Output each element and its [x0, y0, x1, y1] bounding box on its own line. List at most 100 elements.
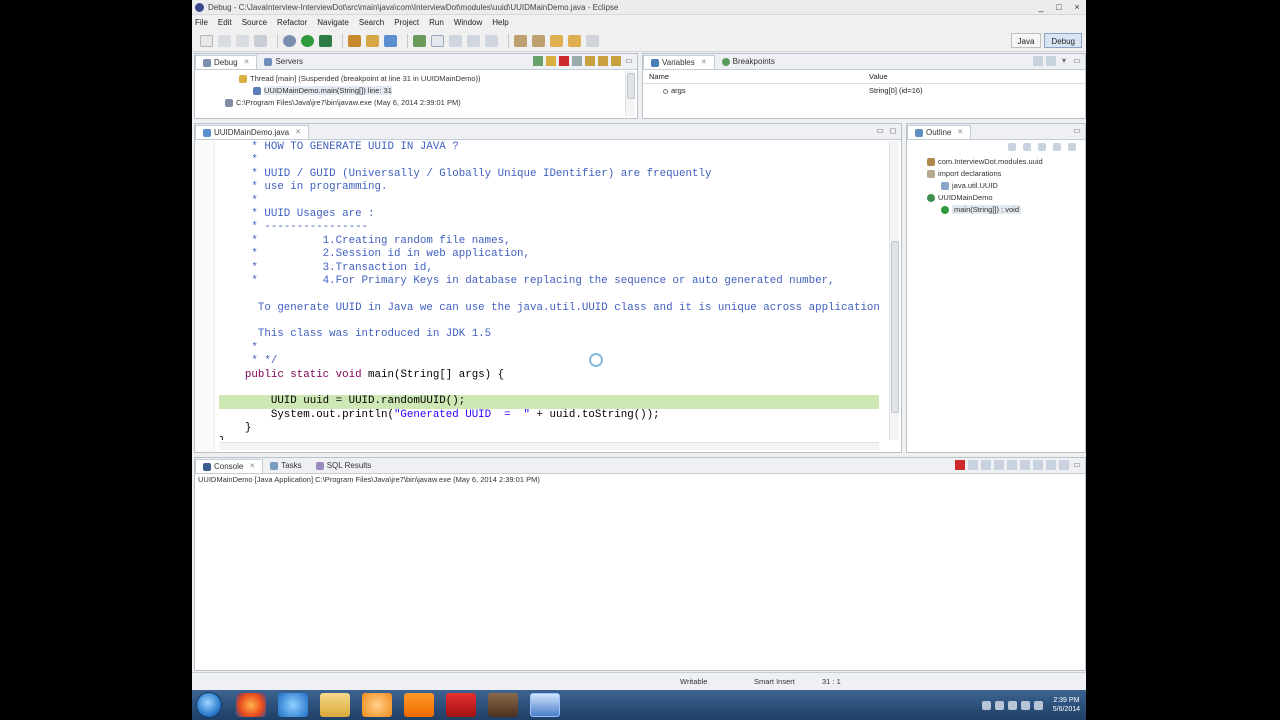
new-package-icon[interactable] [366, 34, 379, 47]
tab-sql-results[interactable]: SQL Results [309, 459, 379, 473]
step-return-icon[interactable] [611, 56, 621, 66]
vlc-icon[interactable] [404, 693, 434, 717]
editor-hscroll[interactable] [219, 442, 879, 450]
terminate-icon[interactable] [955, 460, 965, 470]
tree-row-frame[interactable]: UUIDMainDemo.main(String[]) line: 31 [239, 85, 637, 97]
run-icon[interactable] [301, 34, 314, 47]
tab-tasks[interactable]: Tasks [263, 459, 308, 473]
maximize-view-icon[interactable]: ◻ [888, 126, 898, 136]
show-type-names-icon[interactable] [1046, 56, 1056, 66]
variable-row[interactable]: args String[0] (id=16) [643, 84, 1085, 97]
clear-console-icon[interactable] [994, 460, 1004, 470]
tab-console[interactable]: Console ✕ [195, 459, 264, 474]
menu-edit[interactable]: Edit [218, 18, 232, 27]
column-name[interactable]: Name [643, 70, 863, 83]
next-annotation-icon[interactable] [514, 34, 527, 47]
tab-variables[interactable]: Variables ✕ [643, 55, 715, 69]
tree-row-thread[interactable]: Thread [main] (Suspended (breakpoint at … [239, 73, 637, 85]
tray-icon[interactable] [994, 700, 1004, 710]
step-into-icon[interactable] [585, 56, 595, 66]
code-line[interactable]: } [219, 436, 879, 440]
editor-ruler[interactable] [195, 141, 215, 452]
search-icon[interactable] [485, 34, 498, 47]
remove-all-terminated-icon[interactable] [981, 460, 991, 470]
save-all-icon[interactable] [236, 34, 249, 47]
close-icon[interactable]: ✕ [295, 126, 301, 140]
close-icon[interactable]: ✕ [957, 126, 963, 140]
close-icon[interactable]: ✕ [244, 56, 250, 70]
code-line[interactable]: * [219, 154, 879, 167]
display-console-icon[interactable] [1046, 460, 1056, 470]
menu-source[interactable]: Source [242, 18, 267, 27]
code-line[interactable] [219, 288, 879, 301]
code-line[interactable]: * use in programming. [219, 181, 879, 194]
new-icon[interactable] [200, 34, 213, 47]
media-player-icon[interactable] [362, 693, 392, 717]
open-console-icon[interactable] [1059, 460, 1069, 470]
code-line[interactable]: public static void main(String[] args) { [219, 369, 879, 382]
minimize-view-icon[interactable]: ▭ [1072, 126, 1082, 136]
code-line[interactable]: * UUID Usages are : [219, 208, 879, 221]
maximize-button[interactable]: □ [1050, 0, 1068, 15]
new-class-icon[interactable] [384, 34, 397, 47]
minimize-view-icon[interactable]: ▭ [624, 56, 634, 66]
code-line[interactable]: System.out.println("Generated UUID = " +… [219, 409, 879, 422]
code-line[interactable]: } [219, 422, 879, 435]
code-line[interactable] [219, 315, 879, 328]
back-icon[interactable] [568, 34, 581, 47]
debug-perspective-button[interactable]: Debug [1044, 33, 1082, 48]
tab-uuidmaindemo[interactable]: UUIDMainDemo.java ✕ [195, 125, 310, 140]
scroll-lock-icon[interactable] [1007, 460, 1017, 470]
disconnect-icon[interactable] [572, 56, 582, 66]
tray-icon[interactable] [1007, 700, 1017, 710]
collapse-all-icon[interactable] [1033, 56, 1043, 66]
menu-search[interactable]: Search [359, 18, 384, 27]
clock[interactable]: 2:39 PM 5/6/2014 [1053, 696, 1080, 714]
close-icon[interactable]: ✕ [701, 56, 707, 70]
code-line[interactable]: * ---------------- [219, 221, 879, 234]
sort-icon[interactable] [1008, 143, 1016, 151]
toggle-block-selection-icon[interactable] [449, 34, 462, 47]
minimize-button[interactable]: _ [1032, 0, 1050, 15]
close-icon[interactable]: ✕ [249, 460, 255, 474]
code-line[interactable]: * 4.For Primary Keys in database replaci… [219, 275, 879, 288]
link-with-editor-icon[interactable] [1068, 143, 1076, 151]
view-menu-icon[interactable]: ▾ [1059, 56, 1069, 66]
tray-icon[interactable] [981, 700, 991, 710]
menu-navigate[interactable]: Navigate [317, 18, 349, 27]
open-type-icon[interactable] [413, 34, 426, 47]
menu-run[interactable]: Run [429, 18, 444, 27]
filezilla-icon[interactable] [446, 693, 476, 717]
code-line[interactable]: * [219, 195, 879, 208]
save-icon[interactable] [218, 34, 231, 47]
remove-launch-icon[interactable] [968, 460, 978, 470]
new-java-project-icon[interactable] [348, 34, 361, 47]
outline-item[interactable]: java.util.UUID [927, 180, 1085, 192]
resume-icon[interactable] [533, 56, 543, 66]
show-whitespace-icon[interactable] [467, 34, 480, 47]
code-line[interactable] [219, 382, 879, 395]
hide-static-icon[interactable] [1038, 143, 1046, 151]
code-line[interactable]: * UUID / GUID (Universally / Globally Un… [219, 168, 879, 181]
print-icon[interactable] [254, 34, 267, 47]
previous-annotation-icon[interactable] [532, 34, 545, 47]
code-area[interactable]: * HOW TO GENERATE UUID IN JAVA ? * * UUI… [219, 141, 879, 440]
tab-debug[interactable]: Debug ✕ [195, 55, 258, 70]
word-wrap-icon[interactable] [1020, 460, 1030, 470]
pin-console-icon[interactable] [1033, 460, 1043, 470]
minimize-view-icon[interactable]: ▭ [1072, 56, 1082, 66]
debug-icon[interactable] [283, 34, 296, 47]
step-over-icon[interactable] [598, 56, 608, 66]
start-button[interactable] [196, 692, 222, 718]
gimp-icon[interactable] [488, 693, 518, 717]
console-output[interactable] [195, 488, 1085, 670]
firefox-icon[interactable] [236, 693, 266, 717]
code-line[interactable]: * 1.Creating random file names, [219, 235, 879, 248]
suspend-icon[interactable] [546, 56, 556, 66]
code-line[interactable]: This class was introduced in JDK 1.5 [219, 328, 879, 341]
code-line[interactable]: * */ [219, 355, 879, 368]
close-button[interactable]: × [1068, 0, 1086, 15]
code-line[interactable]: UUID uuid = UUID.randomUUID(); [219, 395, 879, 409]
outline-item[interactable]: import declarations [927, 168, 1085, 180]
tree-row-process[interactable]: C:\Program Files\Java\jre7\bin\javaw.exe… [225, 97, 637, 109]
